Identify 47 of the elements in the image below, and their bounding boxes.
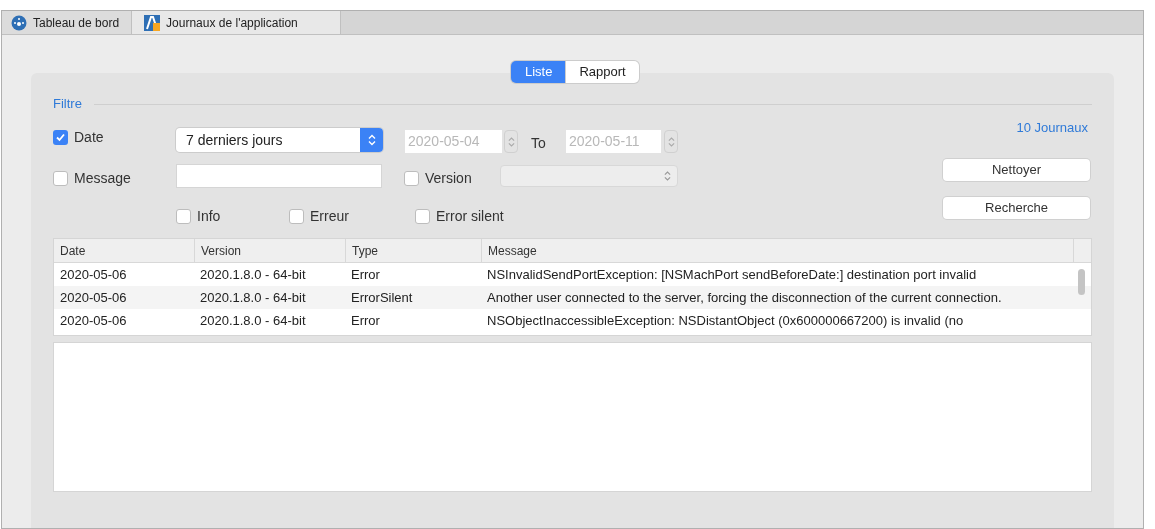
checkbox-label: Erreur	[310, 207, 349, 226]
checkbox-label: Error silent	[436, 207, 504, 226]
table-cell-text: NSObjectInaccessibleException: NSDistantObject (0x600000667200) is invalid (no	[486, 311, 965, 330]
app-icon	[144, 14, 161, 31]
checkbox-label: Info	[197, 207, 221, 226]
action-button[interactable]: Recherche	[943, 197, 1090, 219]
type-checkbox[interactable]	[176, 209, 191, 224]
view-tab[interactable]: Liste	[511, 61, 567, 83]
type-checkbox[interactable]	[415, 209, 430, 224]
version-dropdown[interactable]	[500, 165, 678, 187]
scrollbar-thumb[interactable]	[1078, 269, 1085, 295]
message-checkbox[interactable]	[53, 171, 68, 186]
action-button[interactable]: Nettoyer	[943, 159, 1090, 181]
to-label: To	[531, 134, 546, 153]
table-cell-text: 2020-05-06	[59, 288, 128, 307]
tab[interactable]: Tableau de bord	[2, 11, 133, 34]
checkbox-label: Version	[425, 169, 472, 188]
stepper-icon[interactable]	[664, 130, 678, 153]
stepper-icon[interactable]	[504, 130, 518, 153]
table-cell-text: ErrorSilent	[350, 288, 414, 307]
table-cell-text: 2020-05-06	[59, 265, 128, 284]
table-cell-text: Another user connected to the server, forcing the disconnection of the current connection.	[486, 288, 1003, 307]
table-cell-text: Error	[350, 265, 381, 284]
filter-title: Filtre	[53, 95, 82, 114]
tab[interactable]: Journaux de l'application	[132, 11, 341, 34]
column-header[interactable]: Version	[194, 239, 345, 262]
stepper-icon	[664, 170, 671, 182]
log-count: 10 Journaux	[1016, 119, 1088, 137]
check-icon	[55, 132, 66, 143]
message-field[interactable]	[176, 164, 382, 188]
table-cell-text: Error	[350, 311, 381, 330]
column-header[interactable]: Message	[481, 239, 1073, 262]
table-cell-text: 2020.1.8.0 - 64-bit	[199, 265, 307, 284]
table-cell-text: NSInvalidSendPortException: [NSMachPort sendBeforeDate:] destination port invalid	[486, 265, 978, 284]
checkbox-label: Message	[74, 169, 131, 188]
table-cell-text: 2020.1.8.0 - 64-bit	[199, 311, 307, 330]
column-header[interactable]: Type	[345, 239, 481, 262]
gauge-icon	[11, 14, 27, 31]
table-cell-text: 2020-05-06	[59, 311, 128, 330]
view-tab[interactable]: Rapport	[566, 61, 639, 83]
type-checkbox[interactable]	[289, 209, 304, 224]
version-checkbox[interactable]	[404, 171, 419, 186]
date-checkbox[interactable]	[53, 130, 68, 145]
table-cell-text: 2020.1.8.0 - 64-bit	[199, 288, 307, 307]
checkbox-label: Date	[74, 128, 104, 147]
column-header[interactable]: Date	[54, 239, 194, 262]
dropdown-stepper-icon	[360, 128, 383, 152]
